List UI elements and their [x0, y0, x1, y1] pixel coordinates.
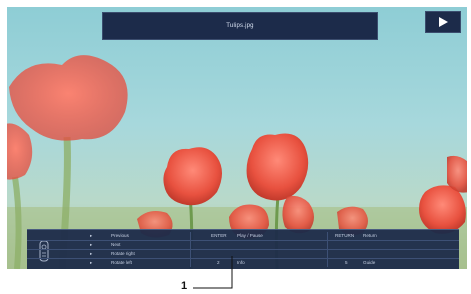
guide-key: RETURN: [335, 233, 355, 238]
guide-action: Play / Pause: [237, 233, 263, 238]
callout-number: 1: [181, 280, 188, 292]
guide-action: Return: [363, 233, 377, 238]
guide-row: ▸ Next: [27, 241, 459, 250]
arrow-icon: ▸: [90, 260, 93, 265]
arrow-icon: ▸: [90, 242, 93, 247]
guide-action: Next: [111, 242, 121, 247]
guide-key: 2: [217, 260, 220, 265]
guide-action: Info: [237, 260, 245, 265]
guide-key: 5: [345, 260, 348, 265]
arrow-icon: ▸: [90, 233, 93, 238]
arrow-icon: ▸: [90, 251, 93, 256]
guide-row: ▸ Rotate left 2 Info 5 Guide: [27, 259, 459, 268]
guide-row: ▸ Rotate right: [27, 250, 459, 259]
remote-guide-panel: ▸ Previous ENTER Play / Pause RETURN Ret…: [27, 229, 459, 269]
file-title-bar: Tulips.jpg: [102, 12, 378, 40]
file-name: Tulips.jpg: [226, 23, 254, 29]
guide-action: Previous: [111, 233, 129, 238]
guide-key: ENTER: [211, 233, 227, 238]
guide-action: Guide: [363, 260, 376, 265]
play-status-indicator: [425, 11, 461, 33]
guide-row: ▸ Previous ENTER Play / Pause RETURN Ret…: [27, 232, 459, 241]
guide-action: Rotate right: [111, 251, 135, 256]
photo-viewer-screen: Tulips.jpg ▸ Previous ENTER Play / Pause…: [7, 7, 467, 269]
play-icon: [439, 17, 448, 27]
guide-action: Rotate left: [111, 260, 132, 265]
